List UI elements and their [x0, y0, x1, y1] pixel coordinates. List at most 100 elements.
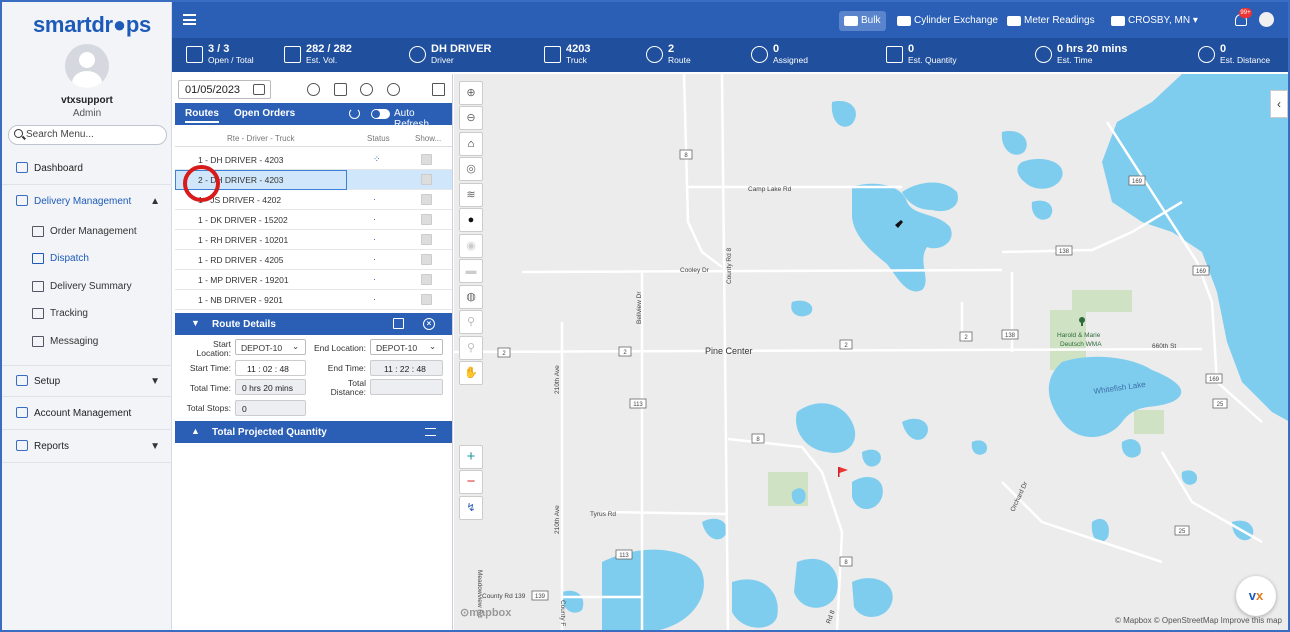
close-icon[interactable]: ×	[423, 318, 435, 330]
nav-dispatch[interactable]: Dispatch	[2, 248, 172, 270]
total-stops-value: 0	[235, 400, 306, 416]
zoom-in-icon[interactable]: +	[459, 445, 483, 469]
stat-driver: DH DRIVER Driver	[409, 43, 492, 65]
nav-delivery-summary[interactable]: Delivery Summary	[2, 276, 172, 298]
messaging-icon	[32, 336, 44, 347]
nav-tracking[interactable]: Tracking	[2, 303, 172, 325]
table-row[interactable]: 1 - RD DRIVER - 4205 ·	[175, 250, 452, 270]
bulk-button[interactable]: Bulk	[839, 11, 887, 31]
table-row[interactable]: 1 - DH DRIVER - 4203 ⁘	[175, 150, 452, 170]
globe-icon[interactable]: ◍	[459, 285, 483, 309]
nav-reports[interactable]: Reports ▼	[2, 431, 172, 463]
save-icon[interactable]	[393, 318, 404, 329]
zoom-out-icon[interactable]: −	[459, 470, 483, 494]
end-location-select[interactable]: DEPOT-10 ⌄	[370, 339, 443, 355]
menu-icon[interactable]	[425, 428, 436, 436]
stats-bar: 3 / 3 Open / Total 282 / 282 Est. Vol. DH …	[172, 38, 1288, 72]
nav-messaging[interactable]: Messaging	[2, 331, 172, 353]
show-checkbox[interactable]	[421, 194, 432, 205]
collapse-panel-button[interactable]: ‹	[1270, 90, 1288, 118]
stat-assigned: 0 Assigned	[751, 43, 808, 65]
tab-routes[interactable]: Routes	[185, 108, 219, 123]
cylinder-exchange-button[interactable]: Cylinder Exchange	[892, 11, 1004, 31]
show-checkbox[interactable]	[421, 294, 432, 305]
stat-route: 2 Route	[646, 43, 691, 65]
col-show: Show...	[415, 134, 442, 143]
svg-text:138: 138	[1005, 333, 1016, 339]
search-icon	[14, 129, 23, 138]
target-icon[interactable]: ◎	[459, 157, 483, 181]
end-time-label: End Time:	[327, 363, 366, 373]
status-icon: ⁘	[373, 154, 381, 164]
show-checkbox[interactable]	[421, 234, 432, 245]
map-attribution[interactable]: © Mapbox © OpenStreetMap Improve this ma…	[1115, 616, 1282, 625]
orders-icon	[186, 46, 203, 63]
show-checkbox[interactable]	[421, 154, 432, 165]
status-icon: ·	[373, 294, 376, 304]
columns-icon[interactable]	[432, 83, 445, 96]
table-row[interactable]: 1 - NB DRIVER - 9201 ·	[175, 290, 452, 310]
stat-truck: 4203 Truck	[544, 43, 590, 65]
users-icon	[16, 407, 28, 418]
total-projected-header[interactable]: ▲ Total Projected Quantity	[175, 421, 452, 443]
status-icon: ·	[373, 274, 376, 284]
nav-account-management[interactable]: Account Management	[2, 398, 172, 430]
show-checkbox[interactable]	[421, 174, 432, 185]
nav-delivery-management[interactable]: Delivery Management ▲	[2, 186, 172, 218]
status-icon: ·	[373, 194, 376, 204]
vx-chat-button[interactable]: vx	[1236, 576, 1276, 616]
table-row[interactable]: 1 - MP DRIVER - 19201 ·	[175, 270, 452, 290]
nav-dashboard[interactable]: Dashboard	[2, 153, 172, 185]
zoom-in-map-icon[interactable]: ⊕	[459, 81, 483, 105]
pin-icon[interactable]: ⚲	[459, 336, 483, 360]
menu-icon[interactable]	[183, 14, 196, 25]
nav-setup[interactable]: Setup ▼	[2, 365, 172, 397]
map[interactable]: 8 169 169 169 138 138 2 2 2 2 113 113 8 …	[454, 74, 1288, 630]
chevron-down-icon: ▼	[150, 376, 160, 387]
refresh-icon[interactable]	[349, 108, 360, 119]
distance-icon	[1198, 46, 1215, 63]
show-checkbox[interactable]	[421, 254, 432, 265]
total-distance-value	[370, 379, 443, 395]
add-icon[interactable]	[307, 83, 320, 96]
chevron-down-icon: ⌄	[429, 342, 436, 351]
route-draw-icon[interactable]: ↯	[459, 496, 483, 520]
table-row[interactable]: 1 - DK DRIVER - 15202 ·	[175, 210, 452, 230]
user-avatar[interactable]	[1259, 12, 1274, 27]
end-location-label: End Location:	[314, 343, 366, 353]
user-name: vtxsupport	[61, 95, 113, 106]
date-input[interactable]: 01/05/2023	[178, 80, 271, 99]
table-row[interactable]: 1 - RH DRIVER - 10201 ·	[175, 230, 452, 250]
meter-readings-button[interactable]: Meter Readings	[1002, 11, 1101, 31]
pin-add-icon[interactable]: ⚲	[459, 310, 483, 334]
auto-refresh-toggle[interactable]	[371, 109, 390, 119]
svg-text:210th Ave: 210th Ave	[554, 505, 561, 534]
tab-open-orders[interactable]: Open Orders	[234, 108, 295, 119]
nav-order-management[interactable]: Order Management	[2, 221, 172, 243]
show-checkbox[interactable]	[421, 214, 432, 225]
chevron-up-icon: ▲	[191, 426, 200, 436]
drivers-icon[interactable]	[387, 83, 400, 96]
top-bar: Bulk Cylinder Exchange Meter Readings CR…	[172, 2, 1288, 38]
start-location-select[interactable]: DEPOT-10 ⌄	[235, 339, 306, 355]
svg-text:County F: County F	[559, 600, 566, 626]
upload-icon[interactable]	[360, 83, 373, 96]
park-area	[1134, 410, 1164, 434]
show-checkbox[interactable]	[421, 274, 432, 285]
layers-icon[interactable]: ≋	[459, 183, 483, 207]
radar-icon[interactable]: ◉	[459, 234, 483, 258]
location-select[interactable]: CROSBY, MN ▾	[1106, 11, 1204, 31]
home-map-icon[interactable]: ⌂	[459, 132, 483, 156]
hand-pan-icon[interactable]: ✋	[459, 361, 483, 385]
start-time-input[interactable]: 11 : 02 : 48	[235, 360, 306, 376]
truck-map-icon[interactable]: ▬	[459, 259, 483, 283]
start-time-label: Start Time:	[189, 363, 231, 373]
print-icon[interactable]	[334, 83, 347, 96]
route-details-header[interactable]: ▼ Route Details ×	[175, 313, 452, 335]
driver-location-icon[interactable]: ●	[459, 208, 483, 232]
search-input[interactable]: Search Menu...	[8, 125, 167, 145]
setup-icon	[16, 375, 28, 386]
calendar-icon[interactable]	[253, 84, 265, 95]
zoom-out-map-icon[interactable]: ⊖	[459, 106, 483, 130]
svg-text:660th St: 660th St	[1152, 343, 1176, 350]
